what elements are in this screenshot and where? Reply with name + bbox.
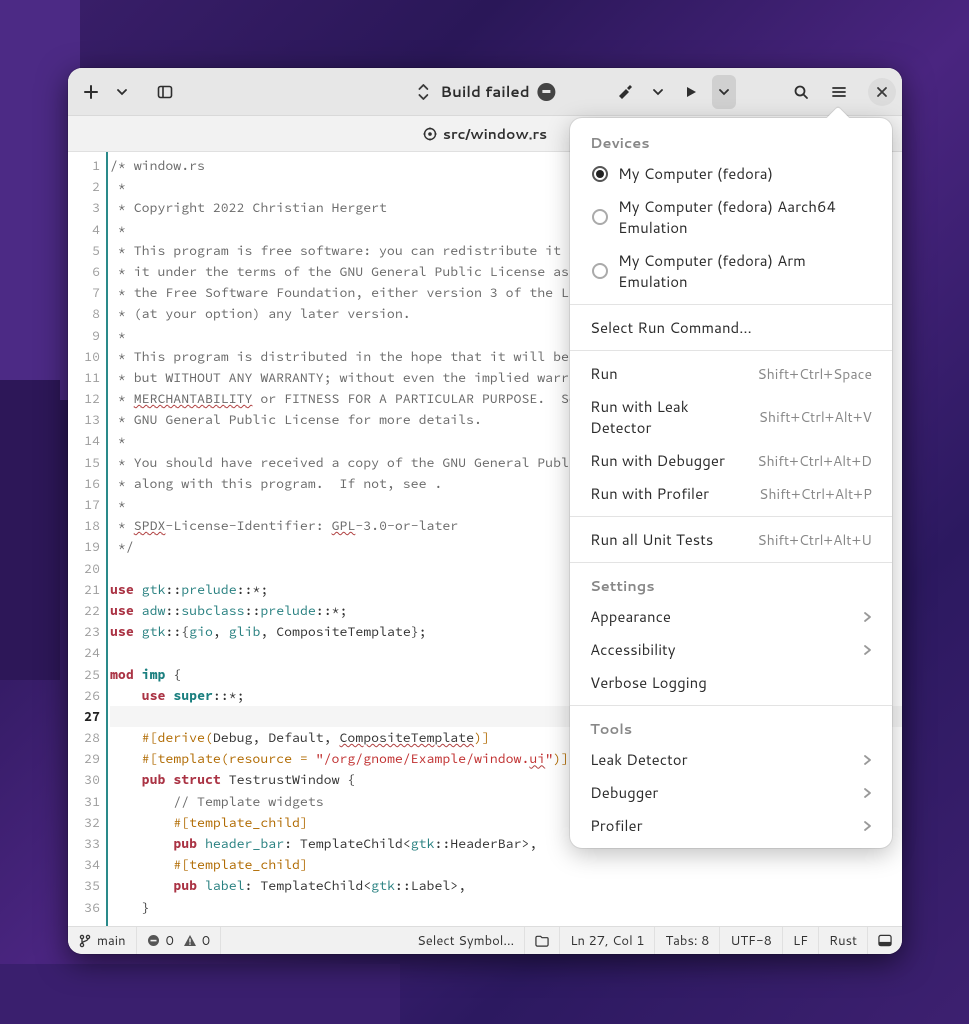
settings-header: Settings: [570, 569, 892, 600]
separator: [570, 516, 892, 517]
tools-menu-item[interactable]: Leak Detector: [570, 743, 892, 776]
new-tab-button[interactable]: [74, 75, 108, 109]
line-number-gutter: 1234567891011121314151617181920212223242…: [68, 152, 106, 926]
cursor-position[interactable]: Ln 27, Col 1: [560, 927, 655, 954]
hamburger-menu-button[interactable]: [822, 75, 856, 109]
new-tab-menu-button[interactable]: [112, 75, 132, 109]
stop-build-icon[interactable]: [538, 83, 556, 101]
statusbar-spacer: [221, 927, 407, 954]
vcs-branch[interactable]: main: [68, 927, 137, 954]
bottom-panel-icon: [878, 934, 892, 948]
chevron-right-icon: [862, 611, 872, 623]
radio-icon: [592, 209, 608, 225]
error-count-icon: [147, 934, 161, 948]
warning-count-icon: [183, 934, 197, 948]
tools-menu-item[interactable]: Profiler: [570, 809, 892, 842]
separator: [570, 350, 892, 351]
language-selector[interactable]: Rust: [819, 927, 868, 954]
diagnostics-cell[interactable]: 0 0: [137, 927, 222, 954]
tools-header: Tools: [570, 712, 892, 743]
build-status-label: Build failed: [440, 81, 529, 102]
radio-icon: [592, 263, 608, 279]
headerbar: Build failed: [68, 68, 902, 116]
symbol-selector[interactable]: Select Symbol…: [407, 927, 525, 954]
branch-icon: [78, 934, 92, 948]
separator: [570, 304, 892, 305]
run-menu-item[interactable]: Run with Leak DetectorShift+Ctrl+Alt+V: [570, 390, 892, 444]
statusbar: main 0 0 Select Symbol… Ln 27, Col 1 Tab…: [68, 926, 902, 954]
branch-name: main: [97, 932, 126, 950]
separator: [570, 705, 892, 706]
device-label: My Computer (fedora) Arm Emulation: [618, 250, 872, 292]
close-button[interactable]: [868, 78, 896, 106]
separator: [570, 562, 892, 563]
shortcut-label: Shift+Ctrl+Alt+U: [757, 530, 872, 550]
device-option[interactable]: My Computer (fedora) Aarch64 Emulation: [570, 190, 892, 244]
search-button[interactable]: [784, 75, 818, 109]
indentation-selector[interactable]: Tabs: 8: [655, 927, 720, 954]
run-menu-button[interactable]: [712, 75, 736, 109]
file-type-icon: [423, 127, 437, 141]
run-button[interactable]: [674, 75, 708, 109]
error-count: 0: [166, 932, 174, 950]
device-label: My Computer (fedora): [618, 163, 773, 184]
chevron-right-icon: [862, 787, 872, 799]
run-menu-item[interactable]: Run with ProfilerShift+Ctrl+Alt+P: [570, 477, 892, 510]
settings-menu-item[interactable]: Verbose Logging: [570, 666, 892, 699]
shortcut-label: Shift+Ctrl+Space: [757, 364, 872, 384]
shortcut-label: Shift+Ctrl+Alt+V: [759, 407, 872, 427]
omnibar-stepper-icon: [414, 83, 432, 101]
settings-menu-item[interactable]: Accessibility: [570, 633, 892, 666]
toggle-sidebar-button[interactable]: [148, 75, 182, 109]
toggle-bottom-panel-button[interactable]: [868, 927, 902, 954]
chevron-right-icon: [862, 644, 872, 656]
run-menu-item[interactable]: RunShift+Ctrl+Space: [570, 357, 892, 390]
chevron-right-icon: [862, 820, 872, 832]
shortcut-label: Shift+Ctrl+Alt+P: [759, 484, 872, 504]
open-file-button[interactable]: [525, 927, 560, 954]
device-option[interactable]: My Computer (fedora): [570, 157, 892, 190]
omnibar[interactable]: Build failed: [414, 81, 555, 102]
tab-filename[interactable]: src/window.rs: [443, 124, 547, 144]
run-menu-popover: Devices My Computer (fedora) My Computer …: [570, 118, 892, 848]
folder-icon: [535, 934, 549, 948]
encoding-selector[interactable]: UTF-8: [720, 927, 783, 954]
device-option[interactable]: My Computer (fedora) Arm Emulation: [570, 244, 892, 298]
shortcut-label: Shift+Ctrl+Alt+D: [757, 451, 872, 471]
tools-menu-item[interactable]: Debugger: [570, 776, 892, 809]
settings-menu-item[interactable]: Appearance: [570, 600, 892, 633]
chevron-right-icon: [862, 754, 872, 766]
build-button[interactable]: [608, 75, 642, 109]
warning-count: 0: [202, 932, 210, 950]
device-label: My Computer (fedora) Aarch64 Emulation: [618, 196, 872, 238]
run-unit-tests-item[interactable]: Run all Unit Tests Shift+Ctrl+Alt+U: [570, 523, 892, 556]
line-endings-selector[interactable]: LF: [783, 927, 819, 954]
devices-header: Devices: [570, 126, 892, 157]
build-menu-button[interactable]: [646, 75, 670, 109]
select-run-command-item[interactable]: Select Run Command…: [570, 311, 892, 344]
run-menu-item[interactable]: Run with DebuggerShift+Ctrl+Alt+D: [570, 444, 892, 477]
radio-icon: [592, 166, 608, 182]
